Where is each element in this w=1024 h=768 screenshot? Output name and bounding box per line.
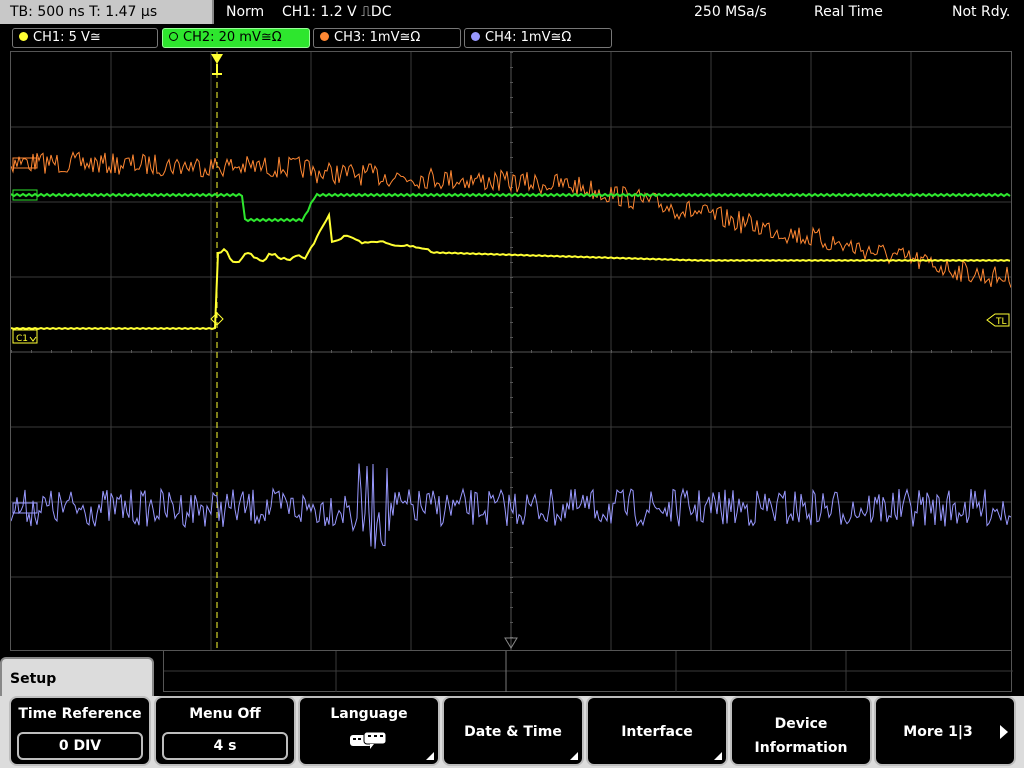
keyboard-icon xyxy=(350,731,387,749)
ch4-color-dot xyxy=(471,32,480,41)
overview-grid xyxy=(164,651,1013,692)
device-information-button[interactable]: Device Information xyxy=(730,696,872,766)
language-label: Language xyxy=(330,706,408,722)
menu-off-button[interactable]: Menu Off 4 s xyxy=(154,696,296,766)
ch2-label: CH2: 20 mV≅Ω xyxy=(183,30,282,45)
waveform-display[interactable]: C1 TL xyxy=(10,51,1012,651)
ch4-label: CH4: 1mV≅Ω xyxy=(485,30,572,45)
date-time-label: Date & Time xyxy=(464,724,562,740)
interface-label: Interface xyxy=(621,724,693,740)
device-label-line1: Device xyxy=(774,716,828,732)
device-information-label: Device Information xyxy=(732,712,870,760)
waveform-canvas: C1 TL xyxy=(11,52,1011,650)
interface-button[interactable]: Interface xyxy=(586,696,728,766)
channel-tab-ch1[interactable]: CH1: 5 V≅ xyxy=(12,28,158,48)
channel-tab-ch2[interactable]: CH2: 20 mV≅Ω xyxy=(162,28,310,48)
next-page-arrow-icon xyxy=(1000,725,1008,739)
status-bar: TB: 500 ns T: 1.47 µs Norm CH1: 1.2 V ⎍D… xyxy=(0,0,1024,24)
ch2-color-dot xyxy=(169,32,178,41)
submenu-indicator xyxy=(426,752,434,760)
channel-tab-ch3[interactable]: CH3: 1mV≅Ω xyxy=(313,28,461,48)
trigger-status: Not Rdy. xyxy=(952,4,1011,20)
time-reference-label: Time Reference xyxy=(18,706,142,722)
ch3-color-dot xyxy=(320,32,329,41)
time-reference-button[interactable]: Time Reference 0 DIV xyxy=(9,696,151,766)
timebase-readout[interactable]: TB: 500 ns T: 1.47 µs xyxy=(0,0,214,24)
menu-off-value[interactable]: 4 s xyxy=(162,732,288,760)
submenu-indicator xyxy=(570,752,578,760)
trigger-source-readout[interactable]: CH1: 1.2 V ⎍DC xyxy=(282,0,391,24)
language-button[interactable]: Language xyxy=(298,696,440,766)
more-label: More 1|3 xyxy=(903,724,973,740)
ch1-color-dot xyxy=(19,32,28,41)
overview-strip xyxy=(163,651,1013,692)
ch1-marker-label: C1 xyxy=(16,334,28,344)
trigger-mode[interactable]: Norm xyxy=(226,0,264,24)
more-button[interactable]: More 1|3 xyxy=(874,696,1016,766)
acquisition-mode: Real Time xyxy=(814,4,883,20)
channel-tab-ch4[interactable]: CH4: 1mV≅Ω xyxy=(464,28,612,48)
menu-title: Setup xyxy=(0,657,154,699)
sample-rate-readout: 250 MSa/s xyxy=(694,4,767,20)
ch1-label: CH1: 5 V≅ xyxy=(33,30,101,45)
graticule-ticks xyxy=(11,52,992,638)
menu-off-label: Menu Off xyxy=(189,706,261,722)
ch3-label: CH3: 1mV≅Ω xyxy=(334,30,421,45)
time-reference-value[interactable]: 0 DIV xyxy=(17,732,143,760)
date-time-button[interactable]: Date & Time xyxy=(442,696,584,766)
trigger-level-label: TL xyxy=(995,317,1007,327)
trigger-position-marker xyxy=(211,54,223,64)
device-label-line2: Information xyxy=(754,740,848,756)
submenu-indicator xyxy=(714,752,722,760)
